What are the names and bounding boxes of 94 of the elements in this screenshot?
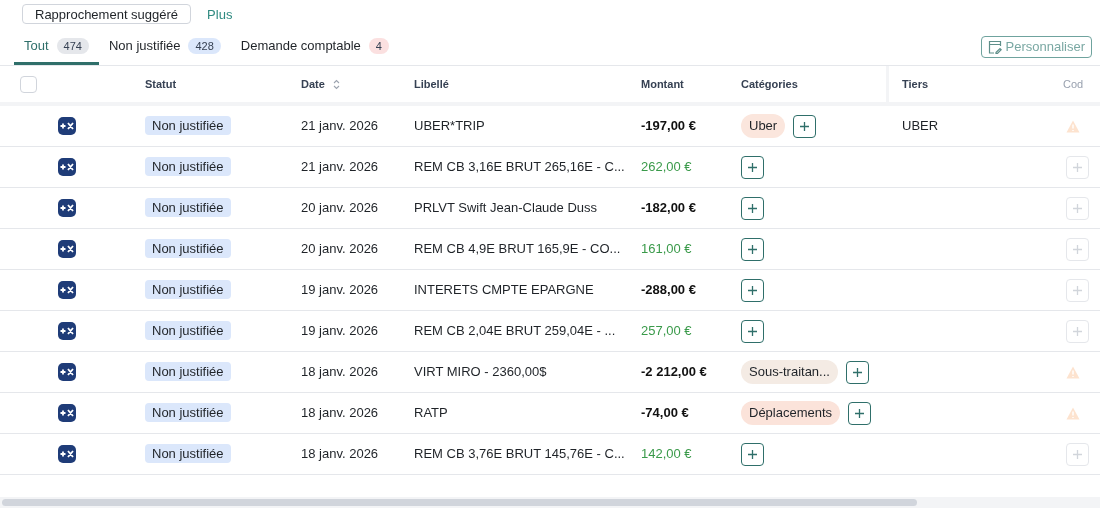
tab[interactable]: Tout 474 [14, 29, 99, 65]
category-tag[interactable]: Uber [741, 114, 786, 138]
status-badge: Non justifiée [145, 321, 231, 341]
count-badge: 474 [56, 37, 89, 54]
status-badge: Non justifiée [145, 198, 231, 218]
plus-icon [851, 366, 863, 378]
table-cell: 20 janv. 2026 [301, 241, 379, 257]
horizontal-scrollbar[interactable] [2, 499, 917, 506]
plus-icon [747, 448, 758, 460]
amount: 262,00 € [641, 159, 692, 175]
table-cell: 19 janv. 2026 [301, 282, 379, 298]
table-cell: PRLVT Swift Jean-Claude Duss [414, 200, 598, 216]
add-button[interactable] [845, 360, 869, 384]
column-header: Catégories [741, 77, 798, 90]
status-badge: Non justifiée [145, 444, 231, 464]
plus-icon [1072, 161, 1083, 173]
plus-icon [854, 407, 866, 419]
status-badge: Non justifiée [145, 280, 231, 300]
suggested-match-button[interactable]: Rapprochement suggéré [22, 4, 192, 24]
table-cell: RATP [414, 405, 448, 421]
status-badge: Non justifiée [145, 239, 231, 259]
select-all-checkbox[interactable] [20, 75, 37, 93]
amount: 161,00 € [641, 241, 692, 257]
warning-icon [1066, 365, 1080, 379]
bank-logo-icon [58, 445, 76, 463]
category-tag[interactable]: Sous-traitan... [741, 360, 838, 384]
amount: 257,00 € [641, 323, 692, 339]
status-badge: Non justifiée [145, 157, 231, 177]
table-cell: 18 janv. 2026 [301, 364, 379, 380]
column-header: Montant [641, 77, 684, 90]
add-button[interactable] [741, 319, 764, 343]
add-button[interactable] [741, 278, 764, 302]
table-cell: REM CB 4,9E BRUT 165,9E - CO... [414, 241, 621, 257]
edit-layout-icon [987, 40, 1002, 54]
warning-icon [1066, 406, 1080, 420]
plus-icon [1072, 243, 1083, 255]
add-button[interactable] [741, 237, 764, 261]
amount: -288,00 € [641, 282, 696, 298]
count-badge: 428 [188, 37, 221, 54]
bank-logo-icon [58, 404, 76, 422]
plus-icon [1072, 325, 1083, 337]
table-cell: 18 janv. 2026 [301, 446, 379, 462]
status-badge: Non justifiée [145, 116, 231, 136]
table-cell: REM CB 2,04E BRUT 259,04E - ... [414, 323, 616, 339]
status-badge: Non justifiée [145, 403, 231, 423]
table-cell: 20 janv. 2026 [301, 200, 379, 216]
amount: -182,00 € [641, 200, 696, 216]
table-cell: REM CB 3,76E BRUT 145,76E - C... [414, 446, 625, 462]
bank-logo-icon [58, 199, 76, 217]
table-cell: UBER*TRIP [414, 118, 485, 134]
plus-icon [1072, 284, 1083, 296]
category-tag[interactable]: Déplacements [741, 401, 841, 425]
add-button[interactable] [741, 442, 764, 466]
column-header: Libellé [414, 77, 449, 90]
plus-icon [747, 202, 758, 214]
more-link[interactable]: Plus [207, 7, 233, 21]
amount: -74,00 € [641, 405, 689, 421]
table-cell: INTERETS CMPTE EPARGNE [414, 282, 594, 298]
table-cell: 21 janv. 2026 [301, 159, 379, 175]
bank-logo-icon [58, 117, 76, 135]
amount: -197,00 € [641, 118, 696, 134]
table-cell: REM CB 3,16E BRUT 265,16E - C... [414, 159, 625, 175]
table-cell: VIRT MIRO - 2360,00$ [414, 364, 547, 380]
tab[interactable]: Demande comptable 4 [230, 29, 399, 65]
column-header: Tiers [902, 77, 929, 90]
bank-logo-icon [58, 158, 76, 176]
warning-icon [1066, 119, 1080, 133]
count-badge: 4 [368, 37, 389, 54]
plus-icon [747, 161, 758, 173]
bank-logo-icon [58, 240, 76, 258]
table-cell: 21 janv. 2026 [301, 118, 379, 134]
amount: -2 212,00 € [641, 364, 707, 380]
table-cell: UBER [902, 118, 939, 134]
add-button[interactable] [793, 114, 817, 138]
add-button[interactable] [741, 155, 764, 179]
add-button[interactable] [848, 401, 872, 425]
plus-icon [747, 325, 758, 337]
plus-icon [747, 284, 758, 296]
bank-logo-icon [58, 363, 76, 381]
amount: 142,00 € [641, 446, 692, 462]
tab[interactable]: Non justifiée 428 [98, 29, 231, 65]
add-button[interactable] [741, 196, 764, 220]
plus-icon [1072, 202, 1083, 214]
table-cell: 19 janv. 2026 [301, 323, 379, 339]
status-badge: Non justifiée [145, 362, 231, 382]
bank-logo-icon [58, 322, 76, 340]
plus-icon [799, 120, 811, 132]
table-cell: 18 janv. 2026 [301, 405, 379, 421]
bank-logo-icon [58, 281, 76, 299]
plus-icon [747, 243, 758, 255]
column-header: Cod [1063, 77, 1084, 90]
column-header[interactable]: Date [301, 75, 325, 93]
plus-icon [1072, 448, 1083, 460]
column-header: Statut [145, 77, 177, 90]
